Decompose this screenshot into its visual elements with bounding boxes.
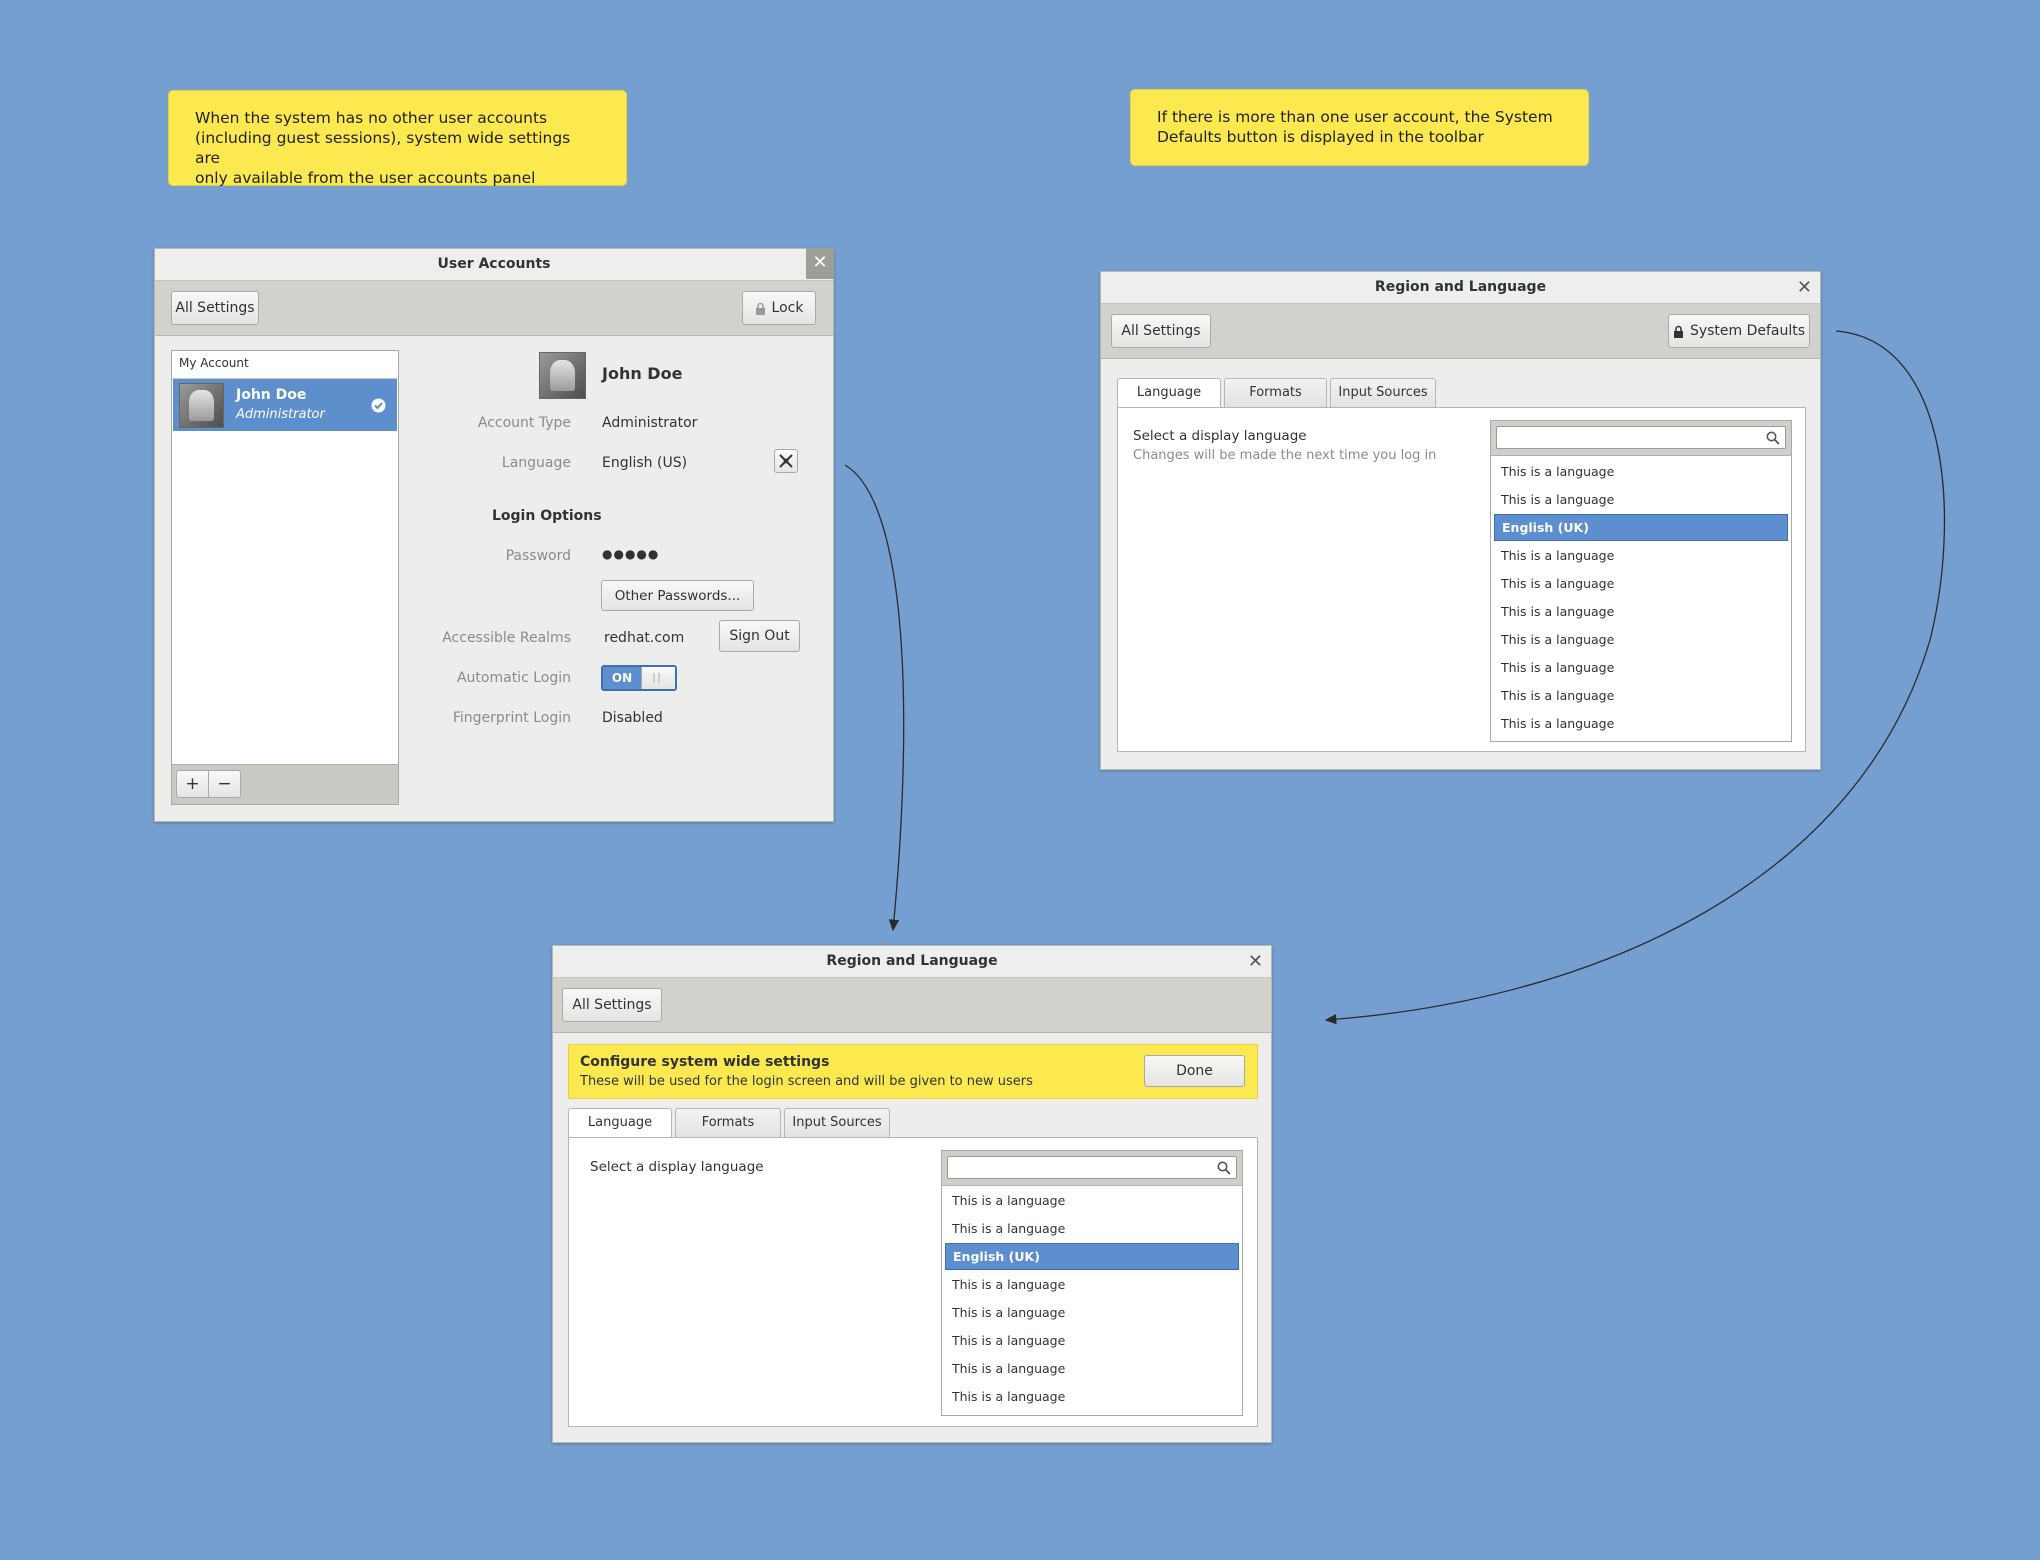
language-item[interactable]: This is a language xyxy=(945,1299,1239,1326)
avatar xyxy=(179,383,224,428)
language-item[interactable]: This is a language xyxy=(1494,710,1788,737)
language-item[interactable]: This is a language xyxy=(1494,486,1788,513)
toolbar: All Settings xyxy=(553,978,1271,1033)
tab-language[interactable]: Language xyxy=(1117,378,1221,408)
banner-text: These will be used for the login screen … xyxy=(580,1074,1033,1089)
search-bar xyxy=(942,1151,1242,1186)
automatic-login-switch[interactable]: ON xyxy=(601,665,677,691)
user-accounts-window: User Accounts ✕ All Settings Lock My Acc… xyxy=(154,248,834,822)
all-settings-button[interactable]: All Settings xyxy=(1111,314,1211,348)
region-language-window-bottom: Region and Language ✕ All Settings Confi… xyxy=(552,945,1272,1443)
language-item[interactable]: This is a language xyxy=(945,1355,1239,1382)
language-item[interactable]: This is a language xyxy=(1494,570,1788,597)
toolbar: All Settings Lock xyxy=(155,281,833,336)
window-title: Region and Language xyxy=(1101,272,1820,304)
language-item[interactable]: This is a language xyxy=(945,1383,1239,1410)
sidebar-user-name: John Doe xyxy=(236,387,307,403)
lock-icon xyxy=(1673,325,1683,338)
login-options-heading: Login Options xyxy=(492,508,602,524)
add-user-button[interactable]: + xyxy=(176,770,209,798)
done-button[interactable]: Done xyxy=(1144,1055,1245,1087)
search-bar xyxy=(1491,421,1791,456)
automatic-login-label: Automatic Login xyxy=(456,670,571,686)
close-icon[interactable]: ✕ xyxy=(1248,946,1263,977)
system-defaults-button[interactable]: System Defaults xyxy=(1668,314,1810,348)
accessible-realms-label: Accessible Realms xyxy=(442,630,571,646)
language-item[interactable]: This is a language xyxy=(1494,682,1788,709)
arrow-user-accounts-to-region xyxy=(844,464,905,932)
system-defaults-label: System Defaults xyxy=(1689,323,1806,339)
language-value[interactable]: English (US) xyxy=(602,455,687,471)
fingerprint-login-value[interactable]: Disabled xyxy=(602,710,663,726)
lock-icon xyxy=(755,302,765,315)
tab-input-sources[interactable]: Input Sources xyxy=(1330,378,1436,407)
select-language-label: Select a display language xyxy=(590,1159,764,1175)
select-language-label: Select a display language xyxy=(1133,428,1307,444)
search-input[interactable] xyxy=(1496,426,1786,449)
language-tab-panel: Select a display language Changes will b… xyxy=(1117,407,1806,752)
system-settings-icon[interactable] xyxy=(774,449,798,473)
switch-handle[interactable] xyxy=(641,667,675,689)
sidebar-header: My Account xyxy=(179,356,249,370)
search-icon xyxy=(1217,1161,1231,1175)
language-item[interactable]: This is a language xyxy=(1494,598,1788,625)
banner-title: Configure system wide settings xyxy=(580,1054,830,1070)
lock-button[interactable]: Lock xyxy=(742,291,816,325)
language-hint: Changes will be made the next time you l… xyxy=(1133,448,1437,463)
lock-label: Lock xyxy=(771,300,804,316)
sign-out-button[interactable]: Sign Out xyxy=(719,620,800,652)
language-item-selected[interactable]: English (UK) xyxy=(945,1243,1239,1270)
language-label: Language xyxy=(501,455,571,471)
language-item[interactable]: This is a language xyxy=(945,1327,1239,1354)
language-list: This is a language This is a language En… xyxy=(941,1150,1243,1416)
sidebar-item-john-doe[interactable]: John Doe Administrator xyxy=(173,379,397,431)
tab-input-sources[interactable]: Input Sources xyxy=(784,1108,890,1137)
language-list: This is a language This is a language En… xyxy=(1490,420,1792,742)
close-icon[interactable]: ✕ xyxy=(1797,272,1812,303)
tab-formats[interactable]: Formats xyxy=(1224,378,1327,407)
account-sidebar: My Account John Doe Administrator + − xyxy=(171,350,399,805)
annotation-note-left: When the system has no other user accoun… xyxy=(168,90,627,187)
annotation-note-right: If there is more than one user account, … xyxy=(1130,89,1589,166)
remove-user-button[interactable]: − xyxy=(208,770,241,798)
fingerprint-login-label: Fingerprint Login xyxy=(452,710,571,726)
tab-bar: Language Formats Input Sources xyxy=(1117,378,1797,408)
all-settings-button[interactable]: All Settings xyxy=(562,988,662,1022)
switch-state-label: ON xyxy=(603,667,641,689)
system-settings-banner: Configure system wide settings These wil… xyxy=(568,1044,1258,1099)
window-title: Region and Language xyxy=(553,946,1271,978)
region-language-window-top: Region and Language ✕ All Settings Syste… xyxy=(1100,271,1821,770)
display-name: John Doe xyxy=(602,364,683,383)
search-input[interactable] xyxy=(947,1156,1237,1179)
password-label: Password xyxy=(505,548,571,564)
language-item[interactable]: This is a language xyxy=(945,1271,1239,1298)
language-item[interactable]: This is a language xyxy=(1494,542,1788,569)
password-value[interactable]: ●●●●● xyxy=(602,547,659,561)
account-type-label: Account Type xyxy=(477,415,571,431)
language-item[interactable]: This is a language xyxy=(1494,458,1788,485)
checkmark-icon xyxy=(371,398,386,413)
sidebar-footer: + − xyxy=(172,764,398,804)
language-tab-panel: Select a display language This is a lang… xyxy=(568,1137,1258,1427)
tab-formats[interactable]: Formats xyxy=(675,1108,781,1137)
account-type-value[interactable]: Administrator xyxy=(602,415,697,431)
tab-language[interactable]: Language xyxy=(568,1108,672,1138)
user-avatar[interactable] xyxy=(539,352,586,399)
language-item[interactable]: This is a language xyxy=(945,1187,1239,1214)
accessible-realms-value: redhat.com xyxy=(604,630,685,646)
all-settings-button[interactable]: All Settings xyxy=(171,291,259,325)
language-item[interactable]: This is a language xyxy=(945,1215,1239,1242)
other-passwords-button[interactable]: Other Passwords... xyxy=(601,580,754,611)
toolbar: All Settings System Defaults xyxy=(1101,304,1820,359)
language-item[interactable]: This is a language xyxy=(1494,654,1788,681)
window-title: User Accounts xyxy=(155,249,833,281)
language-item-selected[interactable]: English (UK) xyxy=(1494,514,1788,541)
sidebar-user-role: Administrator xyxy=(236,407,325,422)
search-icon xyxy=(1766,431,1780,445)
tab-bar: Language Formats Input Sources xyxy=(568,1108,1248,1138)
close-icon[interactable]: ✕ xyxy=(806,248,834,279)
language-item[interactable]: This is a language xyxy=(1494,626,1788,653)
